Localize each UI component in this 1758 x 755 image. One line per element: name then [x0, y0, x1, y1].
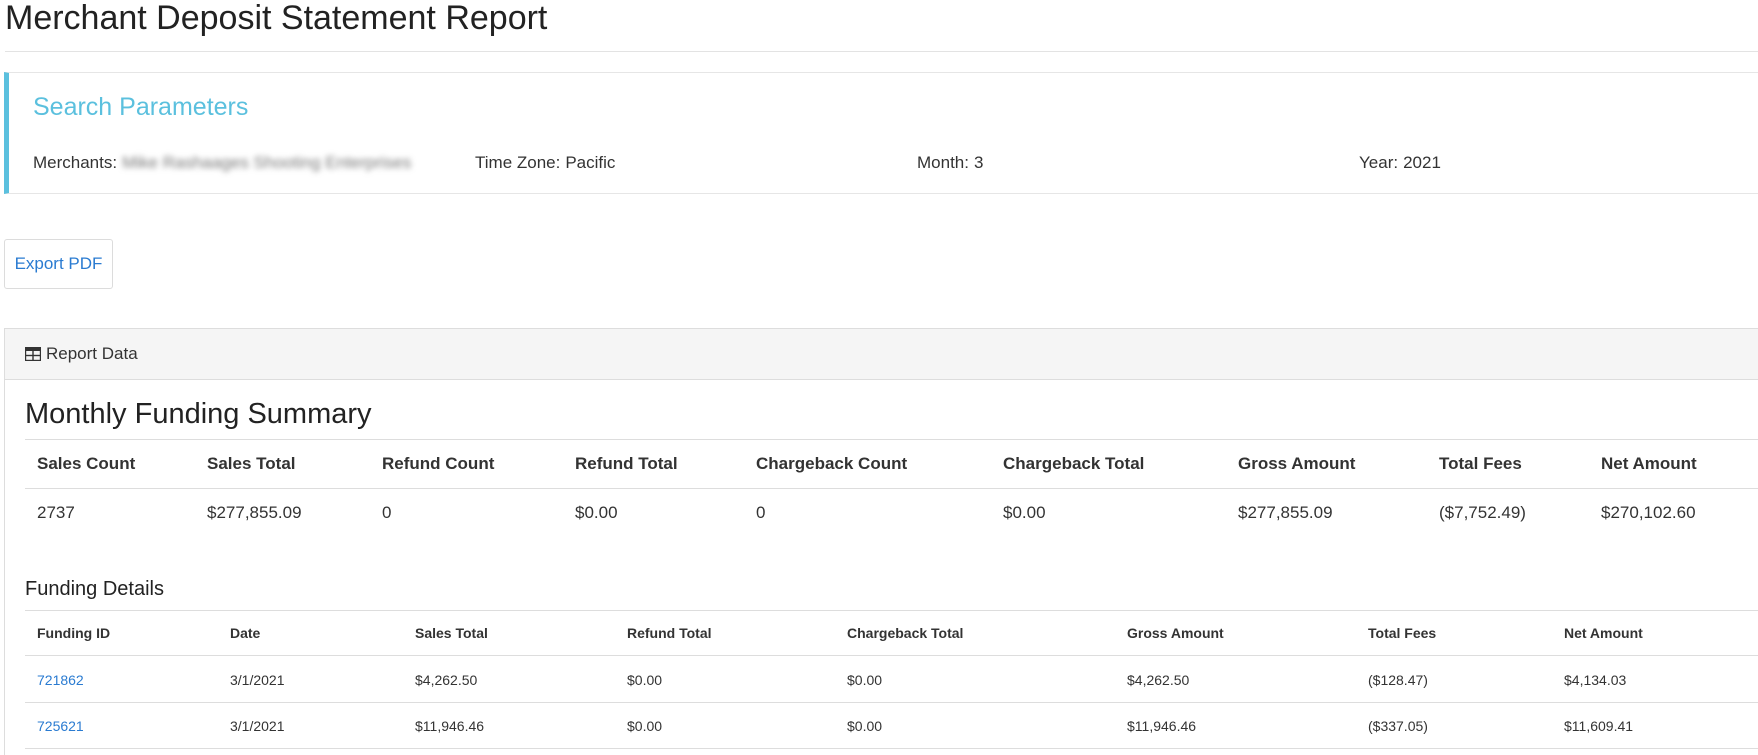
table-cell: 3/1/2021 — [230, 672, 285, 688]
report-data-label: Report Data — [46, 344, 138, 363]
year-value: 2021 — [1403, 153, 1441, 172]
summary-value: $0.00 — [575, 503, 618, 522]
summary-value: 2737 — [37, 503, 75, 522]
summary-header: Total Fees — [1439, 454, 1522, 473]
row-divider — [25, 748, 1758, 749]
page-title: Merchant Deposit Statement Report — [5, 0, 548, 37]
details-header: Funding ID — [37, 625, 111, 641]
table-cell: $4,134.03 — [1564, 672, 1627, 688]
year-param: Year: 2021 — [1359, 153, 1441, 173]
details-header: Sales Total — [415, 625, 488, 641]
summary-header: Chargeback Total — [1003, 454, 1145, 473]
timezone-param: Time Zone: Pacific — [475, 153, 615, 173]
summary-value: ($7,752.49) — [1439, 503, 1526, 522]
table-cell: $0.00 — [847, 718, 883, 734]
summary-header: Chargeback Count — [756, 454, 908, 473]
report-data-header: Report Data — [5, 329, 1758, 380]
summary-header: Sales Count — [37, 454, 136, 473]
timezone-value: Pacific — [565, 153, 616, 172]
summary-header: Sales Total — [207, 454, 296, 473]
summary-value: $277,855.09 — [1238, 503, 1333, 522]
table-cell: $0.00 — [627, 672, 663, 688]
summary-top-rule — [25, 439, 1758, 440]
summary-value: $270,102.60 — [1601, 503, 1696, 522]
details-header: Date — [230, 625, 261, 641]
table-cell: $11,946.46 — [1127, 718, 1197, 734]
title-divider — [5, 51, 1758, 52]
table-cell: $11,946.46 — [415, 718, 485, 734]
summary-header: Refund Count — [382, 454, 495, 473]
report-data-panel: Report Data — [4, 328, 1758, 755]
details-header-rule — [25, 655, 1758, 656]
month-value: 3 — [973, 153, 984, 172]
summary-title: Monthly Funding Summary — [25, 398, 372, 430]
row-divider — [25, 702, 1758, 703]
details-header: Total Fees — [1368, 625, 1437, 641]
merchants-param: Merchants: Mike Rashaages Shooting Enterp… — [33, 153, 411, 173]
summary-value: 0 — [756, 503, 766, 522]
search-parameters-heading: Search Parameters — [33, 93, 249, 121]
details-top-rule — [25, 610, 1758, 611]
details-header: Chargeback Total — [847, 625, 964, 641]
merchants-value: Mike Rashaages Shooting Enterprises — [122, 153, 412, 172]
details-header: Refund Total — [627, 625, 712, 641]
summary-value: 0 — [382, 503, 392, 522]
details-title: Funding Details — [25, 578, 164, 600]
summary-header-rule — [25, 488, 1758, 489]
details-header: Gross Amount — [1127, 625, 1224, 641]
summary-header: Net Amount — [1601, 454, 1697, 473]
table-cell: ($128.47) — [1368, 672, 1428, 688]
month-param: Month: 3 — [917, 153, 983, 173]
table-cell: ($337.05) — [1368, 718, 1428, 734]
summary-header: Gross Amount — [1238, 454, 1356, 473]
table-cell: $4,262.50 — [1127, 672, 1190, 688]
report-page: Merchant Deposit Statement Report Search… — [0, 0, 1758, 755]
year-label: Year: — [1359, 153, 1399, 172]
details-header: Net Amount — [1564, 625, 1643, 641]
funding-id-link[interactable]: 721862 — [37, 672, 84, 688]
table-cell: $0.00 — [627, 718, 663, 734]
table-cell: $4,262.50 — [415, 672, 478, 688]
table-cell: $0.00 — [847, 672, 883, 688]
export-pdf-button[interactable]: Export PDF — [4, 239, 113, 289]
summary-header: Refund Total — [575, 454, 678, 473]
summary-value: $0.00 — [1003, 503, 1046, 522]
merchants-label: Merchants: — [33, 153, 118, 172]
search-parameters-panel: Search Parameters Merchants: Mike Rashaag… — [4, 72, 1758, 194]
summary-value: $277,855.09 — [207, 503, 302, 522]
timezone-label: Time Zone: — [475, 153, 561, 172]
table-icon — [25, 347, 41, 361]
month-label: Month: — [917, 153, 969, 172]
funding-id-link[interactable]: 725621 — [37, 718, 84, 734]
table-cell: $11,609.41 — [1564, 718, 1634, 734]
table-cell: 3/1/2021 — [230, 718, 285, 734]
